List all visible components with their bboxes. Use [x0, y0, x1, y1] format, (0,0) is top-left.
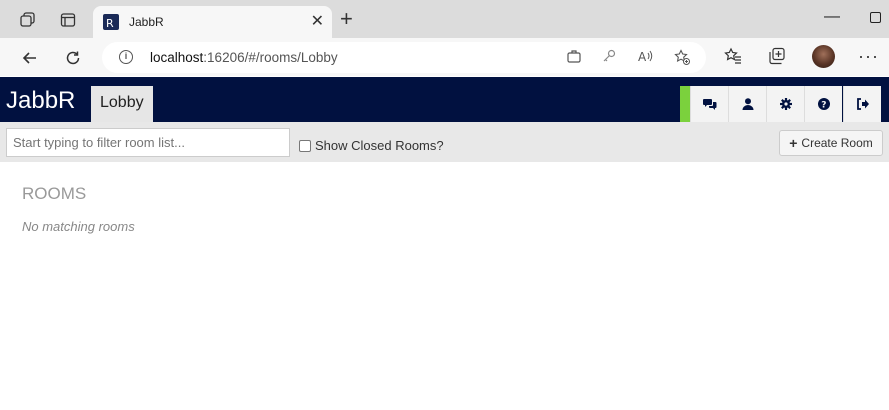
- room-filter-input[interactable]: [6, 128, 290, 157]
- tab-close-icon[interactable]: ✕: [311, 13, 324, 31]
- rooms-toolbar: Show Closed Rooms? + Create Room: [0, 122, 889, 162]
- tab-lobby-label: Lobby: [100, 94, 144, 111]
- refresh-button[interactable]: [62, 47, 84, 69]
- tab-actions-icon[interactable]: [58, 10, 78, 30]
- url-host: localhost: [150, 50, 204, 65]
- help-button[interactable]: ?: [804, 86, 842, 122]
- tab-lobby[interactable]: Lobby: [91, 86, 153, 122]
- tab-title: JabbR: [129, 15, 164, 29]
- settings-button[interactable]: [766, 86, 804, 122]
- add-favorite-icon[interactable]: [673, 49, 691, 67]
- url-text[interactable]: localhost:16206/#/rooms/Lobby: [150, 50, 338, 65]
- workspaces-icon[interactable]: [18, 10, 38, 30]
- jabbr-favicon-icon: R: [103, 14, 119, 30]
- help-icon: ?: [817, 98, 830, 111]
- rooms-heading: ROOMS: [22, 184, 87, 203]
- create-room-label: Create Room: [801, 136, 873, 150]
- svg-text:R: R: [106, 17, 114, 30]
- show-closed-rooms-checkbox[interactable]: [299, 139, 311, 152]
- jabbr-header: JabbR Lobby ?: [0, 77, 889, 122]
- show-closed-rooms-toggle[interactable]: Show Closed Rooms?: [299, 138, 444, 153]
- more-options-icon[interactable]: ···: [858, 46, 879, 67]
- browser-tab-jabbr[interactable]: R JabbR ✕: [93, 6, 332, 40]
- chat-icon: [702, 99, 716, 110]
- chat-button[interactable]: [690, 86, 728, 122]
- connection-status-indicator: [680, 86, 690, 122]
- show-closed-rooms-label[interactable]: Show Closed Rooms?: [315, 138, 444, 153]
- browser-toolbar: i localhost:16206/#/rooms/Lobby A ···: [0, 38, 889, 76]
- read-aloud-icon[interactable]: A: [637, 49, 655, 67]
- profile-avatar[interactable]: [812, 45, 835, 68]
- site-info-icon[interactable]: i: [119, 50, 133, 64]
- plus-icon: +: [789, 135, 798, 151]
- app-available-icon[interactable]: [565, 49, 583, 67]
- address-bar[interactable]: i localhost:16206/#/rooms/Lobby A: [102, 42, 706, 73]
- browser-tab-strip: R JabbR ✕ + —: [0, 0, 889, 40]
- brand-logo[interactable]: JabbR: [6, 87, 75, 115]
- new-tab-button[interactable]: +: [340, 8, 353, 30]
- user-icon: [742, 98, 753, 110]
- favorites-icon[interactable]: [723, 47, 743, 67]
- back-button[interactable]: [19, 47, 41, 69]
- svg-text:A: A: [638, 50, 647, 63]
- sign-out-icon: [856, 98, 869, 110]
- collections-icon[interactable]: [767, 47, 787, 67]
- maximize-button[interactable]: [870, 12, 881, 23]
- url-path: :16206/#/rooms/Lobby: [203, 50, 338, 65]
- minimize-button[interactable]: —: [824, 8, 840, 26]
- user-button[interactable]: [728, 86, 766, 122]
- svg-text:?: ?: [821, 101, 826, 111]
- empty-rooms-message: No matching rooms: [22, 219, 135, 234]
- create-room-button[interactable]: + Create Room: [779, 130, 883, 156]
- key-icon[interactable]: [600, 49, 618, 67]
- sign-out-button[interactable]: [843, 86, 881, 122]
- gear-icon: [779, 98, 792, 110]
